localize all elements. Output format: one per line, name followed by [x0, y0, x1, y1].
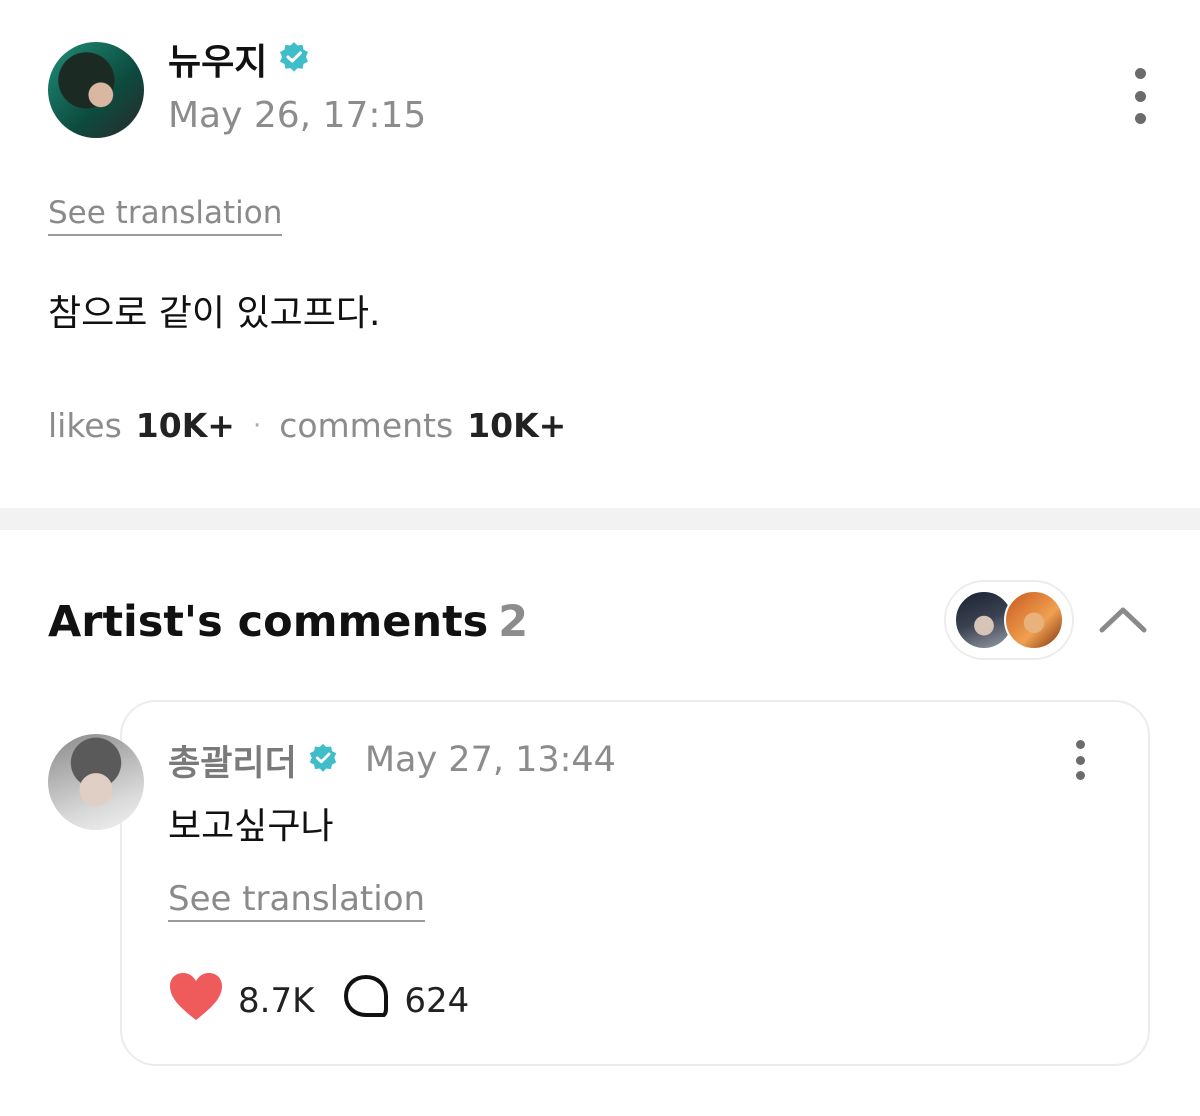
comment-likes-count: 8.7K [238, 981, 315, 1021]
artist-avatars-stack[interactable] [944, 580, 1074, 660]
post-stats: likes 10K+ · comments 10K+ [48, 404, 566, 448]
see-translation-link[interactable]: See translation [48, 194, 283, 236]
comment-author-avatar[interactable] [48, 734, 144, 830]
speech-bubble-icon[interactable] [342, 973, 390, 1030]
heart-icon[interactable] [168, 972, 224, 1031]
likes-label: likes [48, 406, 122, 445]
comment-reactions: 8.7K 624 [168, 972, 497, 1031]
comment-meta: 총괄리더 May 27, 13:44 [168, 736, 616, 784]
more-vertical-icon [1075, 740, 1085, 749]
comment-see-translation-link[interactable]: See translation [168, 880, 426, 922]
more-vertical-icon [1134, 68, 1146, 79]
collapse-button[interactable] [1098, 600, 1148, 640]
verified-badge-icon [277, 40, 311, 85]
comment-author-name[interactable]: 총괄리더 [168, 735, 297, 786]
artist-comments-title: Artist's comments [48, 597, 489, 647]
post-timestamp: May 26, 17:15 [168, 95, 427, 136]
stats-separator: · [252, 411, 262, 441]
comment-more-options-button[interactable] [1068, 740, 1092, 780]
comment-replies-count: 624 [404, 981, 470, 1021]
author-avatar[interactable] [48, 42, 144, 138]
comments-count[interactable]: 10K+ [467, 404, 566, 448]
post-author[interactable]: 뉴우지 [168, 40, 311, 85]
likes-count: 10K+ [135, 406, 235, 445]
post-author-name: 뉴우지 [168, 41, 268, 83]
verified-badge-icon [307, 742, 339, 778]
artist-avatar [1004, 590, 1064, 650]
comments-label[interactable]: comments [279, 404, 453, 448]
chevron-up-icon [1099, 607, 1147, 633]
artist-comments-count: 2 [498, 597, 529, 647]
post-body-text: 참으로 같이 있고프다. [48, 293, 381, 334]
artist-comments-heading: Artist's comments 2 [48, 596, 528, 648]
comment-body-text: 보고싶구나 [168, 806, 334, 847]
comment-timestamp: May 27, 13:44 [364, 740, 616, 780]
more-options-button[interactable] [1126, 68, 1154, 124]
section-divider [0, 508, 1200, 530]
